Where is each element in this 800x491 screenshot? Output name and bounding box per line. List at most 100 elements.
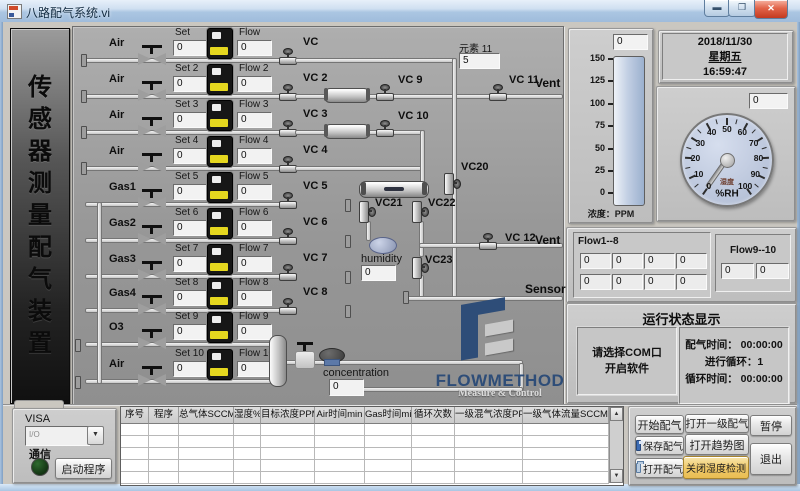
table-cell[interactable] (365, 424, 412, 436)
combo-dropdown-icon[interactable]: ▼ (87, 426, 104, 445)
set-input[interactable]: 0 (173, 76, 208, 92)
table-row[interactable] (121, 460, 609, 472)
table-cell[interactable] (315, 472, 365, 484)
table-cell[interactable] (179, 436, 234, 448)
manual-valve-icon[interactable] (137, 153, 167, 173)
table-cell[interactable] (523, 460, 609, 472)
table-cell[interactable] (179, 460, 234, 472)
scroll-up-icon[interactable]: ▲ (610, 407, 623, 421)
table-row[interactable] (121, 448, 609, 460)
close-button[interactable]: ✕ (754, 0, 788, 19)
table-cell[interactable] (121, 436, 149, 448)
table-cell[interactable] (179, 472, 234, 484)
table-cell[interactable] (365, 436, 412, 448)
minimize-button[interactable]: ▬ (704, 0, 730, 17)
vc11-valve-icon[interactable] (489, 84, 507, 101)
table-cell[interactable] (523, 472, 609, 484)
table-cell[interactable] (412, 460, 455, 472)
table-cell[interactable] (261, 448, 315, 460)
table-cell[interactable] (455, 436, 523, 448)
vc12-valve-icon[interactable] (479, 233, 497, 250)
table-cell[interactable] (412, 424, 455, 436)
manual-valve-icon[interactable] (137, 329, 167, 349)
table-cell[interactable] (234, 424, 261, 436)
close-humidity-detect-button[interactable]: 关闭湿度检测 (683, 456, 749, 479)
set-input[interactable]: 0 (173, 148, 208, 164)
table-row[interactable] (121, 472, 609, 484)
start-gas-button[interactable]: 开始配气 (635, 415, 684, 434)
table-cell[interactable] (365, 448, 412, 460)
manual-valve-icon[interactable] (137, 225, 167, 245)
manual-valve-icon[interactable] (137, 366, 167, 386)
table-row[interactable] (121, 424, 609, 436)
table-cell[interactable] (365, 472, 412, 484)
outlet-valve-icon[interactable] (295, 351, 315, 369)
table-cell[interactable] (315, 460, 365, 472)
manual-valve-icon[interactable] (137, 189, 167, 209)
vc21-valve-icon[interactable] (359, 199, 376, 223)
set-input[interactable]: 0 (173, 361, 208, 377)
pause-button[interactable]: 暂停 (750, 415, 792, 436)
scroll-down-icon[interactable]: ▼ (610, 469, 623, 483)
manual-valve-icon[interactable] (137, 45, 167, 65)
table-cell[interactable] (455, 460, 523, 472)
manual-valve-icon[interactable] (137, 117, 167, 137)
set-input[interactable]: 0 (173, 324, 208, 340)
start-program-button[interactable]: 启动程序 (55, 458, 112, 479)
table-cell[interactable] (121, 460, 149, 472)
table-cell[interactable] (261, 472, 315, 484)
table-scrollbar[interactable]: ▲ ▼ (609, 407, 623, 483)
table-cell[interactable] (121, 448, 149, 460)
table-cell[interactable] (149, 472, 179, 484)
exit-button[interactable]: 退出 (750, 443, 792, 475)
table-cell[interactable] (179, 424, 234, 436)
table-cell[interactable] (523, 424, 609, 436)
table-cell[interactable] (455, 424, 523, 436)
table-cell[interactable] (315, 448, 365, 460)
vc10-valve-icon[interactable] (376, 120, 394, 137)
set-input[interactable]: 0 (173, 112, 208, 128)
table-cell[interactable] (455, 472, 523, 484)
table-cell[interactable] (234, 436, 261, 448)
set-input[interactable]: 0 (173, 290, 208, 306)
table-cell[interactable] (412, 472, 455, 484)
open-primary-gas-button[interactable]: 打开一级配气 (685, 414, 749, 433)
table-cell[interactable] (149, 460, 179, 472)
table-cell[interactable] (261, 424, 315, 436)
table-cell[interactable] (261, 436, 315, 448)
table-cell[interactable] (234, 448, 261, 460)
maximize-button[interactable]: ❒ (728, 0, 756, 17)
save-gas-button[interactable]: 保存配气 (635, 436, 684, 455)
table-cell[interactable] (455, 448, 523, 460)
table-cell[interactable] (121, 424, 149, 436)
table-row[interactable] (121, 436, 609, 448)
table-cell[interactable] (412, 436, 455, 448)
table-cell[interactable] (315, 436, 365, 448)
sensor-base (324, 359, 340, 366)
table-cell[interactable] (523, 448, 609, 460)
set-input[interactable]: 0 (173, 184, 208, 200)
visa-resource-combo[interactable]: I/O (25, 426, 90, 446)
set-input[interactable]: 0 (173, 256, 208, 272)
element11-input[interactable]: 5 (459, 53, 500, 69)
open-gas-button[interactable]: 打开配气 (635, 458, 684, 478)
vc9-valve-icon[interactable] (376, 84, 394, 101)
table-cell[interactable] (149, 424, 179, 436)
table-cell[interactable] (234, 460, 261, 472)
vc20-valve-icon[interactable] (444, 171, 461, 195)
table-cell[interactable] (315, 424, 365, 436)
open-trend-button[interactable]: 打开趋势图 (685, 434, 749, 455)
set-input[interactable]: 0 (173, 220, 208, 236)
table-cell[interactable] (365, 460, 412, 472)
table-cell[interactable] (523, 436, 609, 448)
table-cell[interactable] (412, 448, 455, 460)
table-cell[interactable] (179, 448, 234, 460)
vc22-valve-icon[interactable] (412, 199, 429, 223)
table-cell[interactable] (234, 472, 261, 484)
table-cell[interactable] (121, 472, 149, 484)
table-cell[interactable] (149, 448, 179, 460)
set-input[interactable]: 0 (173, 40, 208, 56)
table-cell[interactable] (261, 460, 315, 472)
table-cell[interactable] (149, 436, 179, 448)
manual-valve-icon[interactable] (137, 81, 167, 101)
